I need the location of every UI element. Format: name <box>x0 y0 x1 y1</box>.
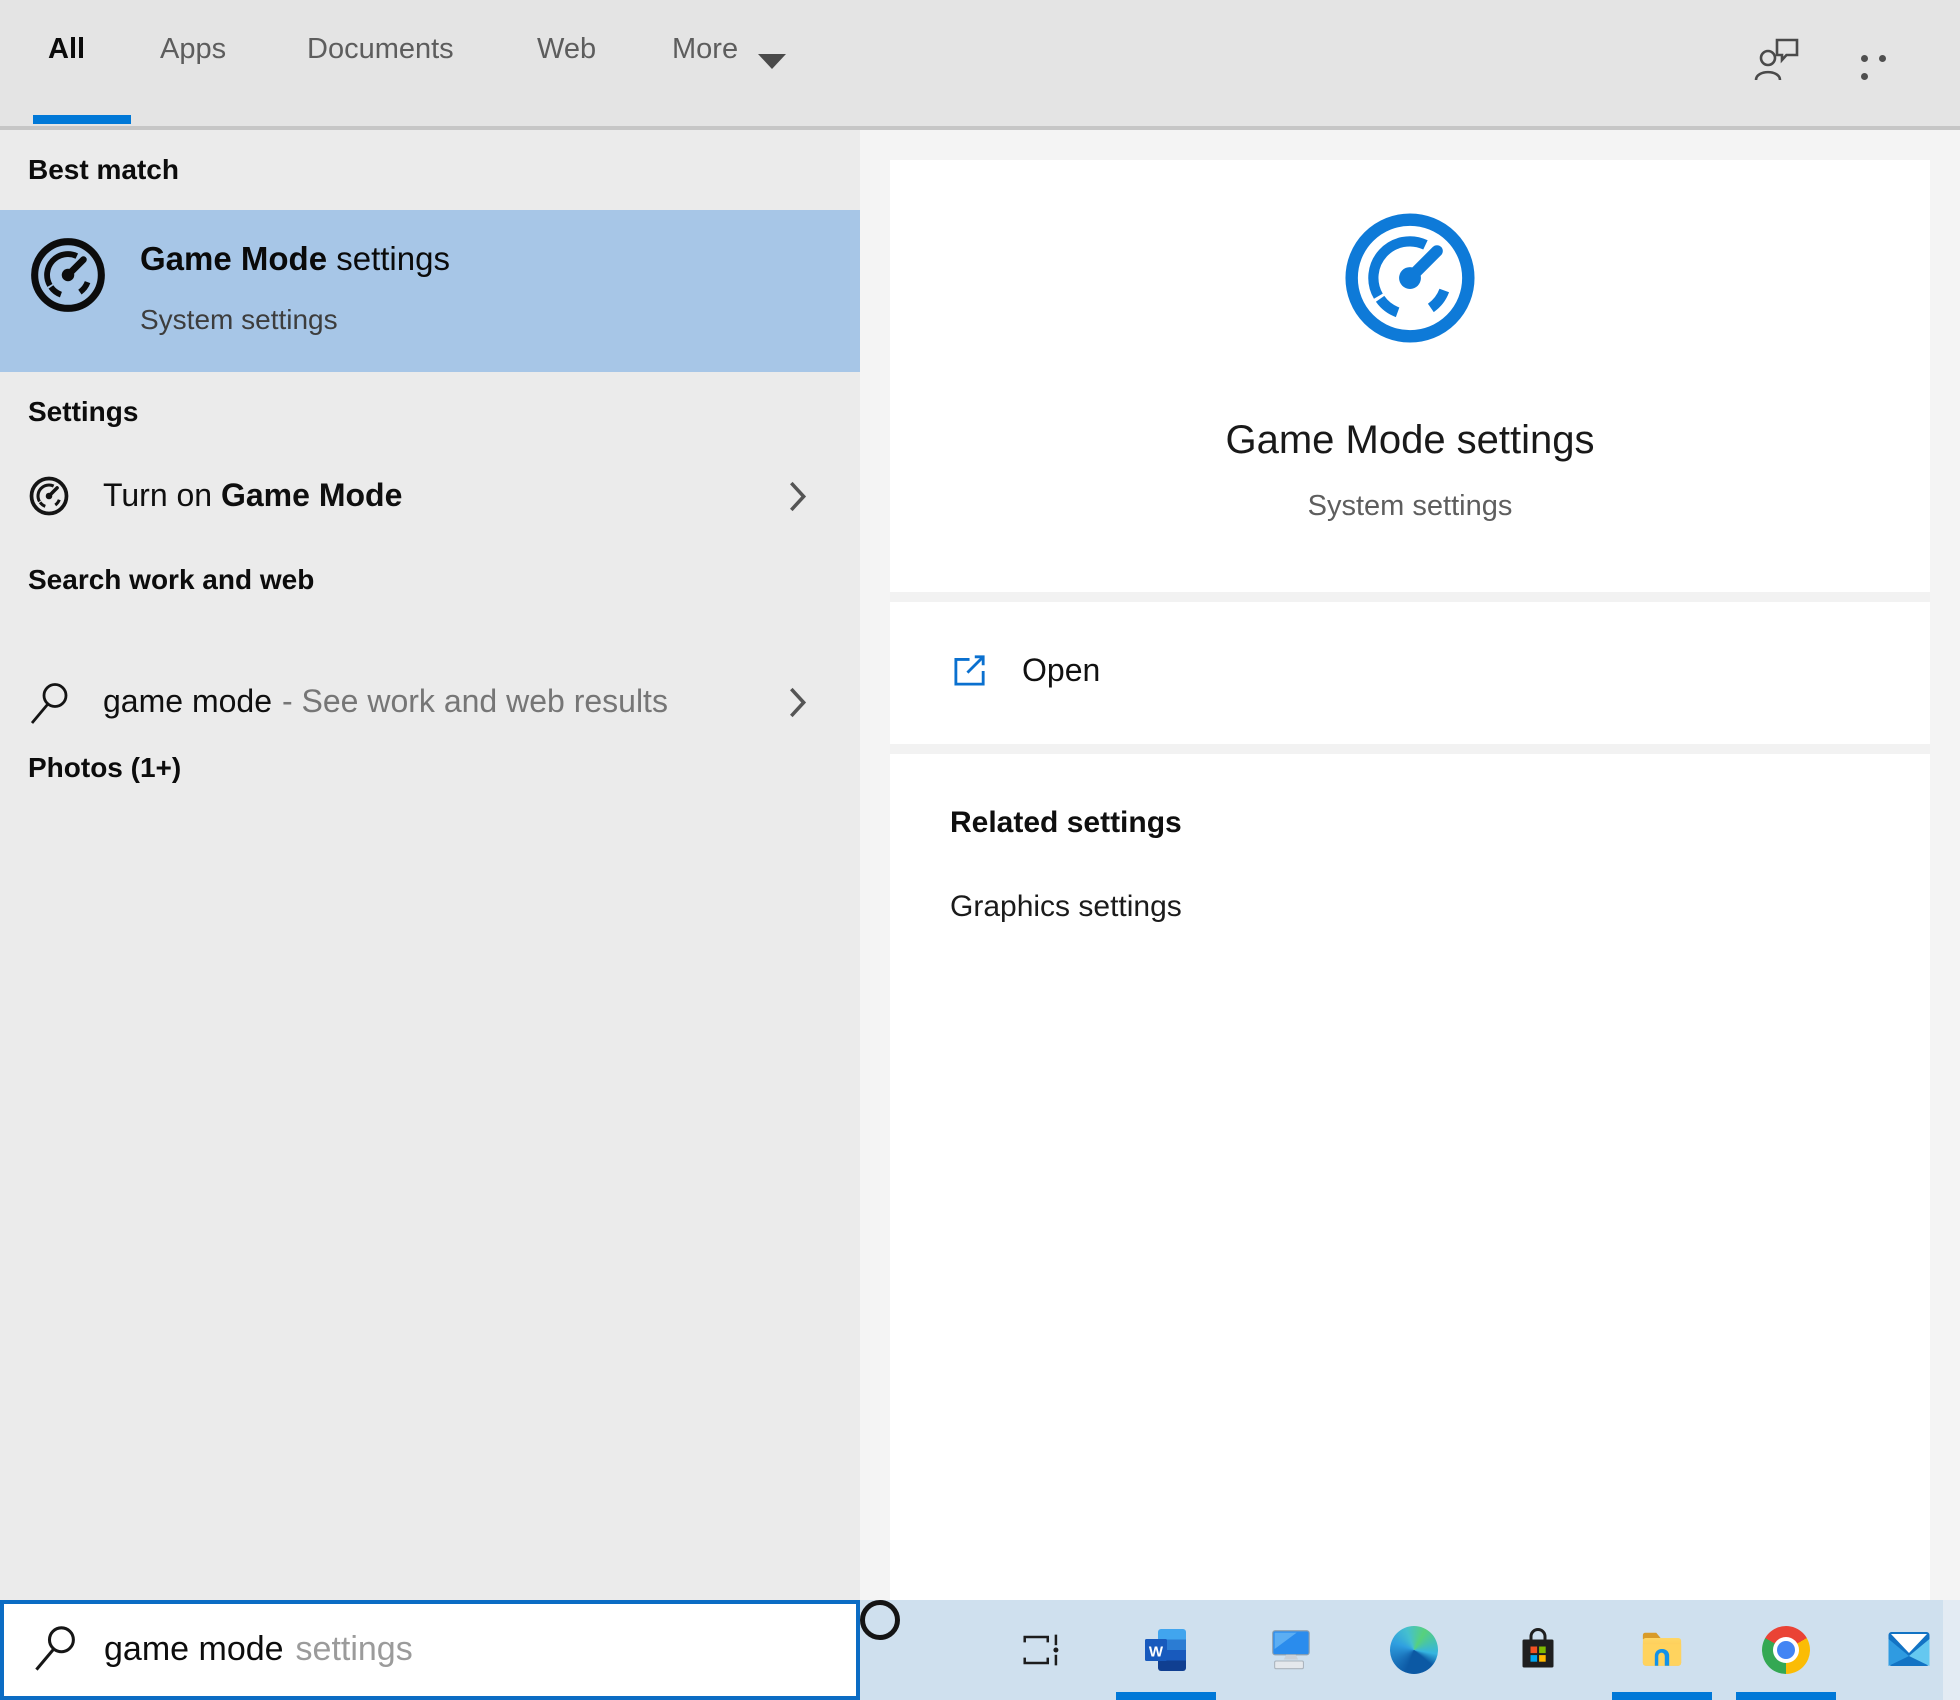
tab-documents[interactable]: Documents <box>307 33 454 66</box>
mail-icon[interactable] <box>1886 1626 1934 1674</box>
running-indicator-file-explorer <box>1612 1692 1712 1700</box>
open-external-icon <box>948 650 990 692</box>
more-options-icon[interactable] <box>1861 55 1905 80</box>
graphics-settings-link[interactable]: Graphics settings <box>950 890 1182 924</box>
game-mode-gauge-icon <box>1340 208 1480 348</box>
ellipsis-dot <box>1879 55 1887 62</box>
ellipsis-dot <box>1861 55 1868 62</box>
ellipsis-dot <box>1861 73 1868 80</box>
taskbar-edge-strip <box>1943 1600 1960 1700</box>
web-section-header: Search work and web <box>28 564 315 595</box>
related-settings-header: Related settings <box>950 806 1182 839</box>
preview-pane <box>890 160 1930 1600</box>
preview-subtitle: System settings <box>1307 490 1513 522</box>
microsoft-store-icon[interactable] <box>1514 1626 1562 1674</box>
tab-more[interactable]: More <box>672 33 738 66</box>
chrome-icon[interactable] <box>1762 1626 1810 1674</box>
open-action[interactable]: Open <box>890 640 1930 710</box>
best-match-result[interactable]: Game Mode settings System settings <box>0 210 860 372</box>
windows-search-flyout: All Apps Documents Web More Best match G… <box>0 0 1960 1700</box>
open-action-label: Open <box>1022 652 1101 688</box>
preview-divider <box>890 592 1930 602</box>
result-turn-on-game-mode[interactable]: Turn on Game Mode <box>0 460 860 534</box>
preview-divider <box>890 744 1930 754</box>
best-match-header: Best match <box>28 154 179 185</box>
chevron-right-icon[interactable] <box>788 686 807 719</box>
chevron-down-icon[interactable] <box>758 54 786 69</box>
settings-section-header: Settings <box>28 396 139 427</box>
tab-all[interactable]: All <box>48 33 85 66</box>
best-match-subtitle: System settings <box>140 304 338 335</box>
result-label: Turn on Game Mode <box>103 477 403 513</box>
search-filter-bar: All Apps Documents Web More <box>0 0 1960 126</box>
svg-text:W: W <box>1149 1644 1164 1661</box>
active-tab-underline <box>33 115 131 124</box>
task-view-icon[interactable] <box>1018 1626 1066 1674</box>
chevron-right-icon[interactable] <box>788 480 807 513</box>
search-suggestion-text: settings <box>295 1630 413 1668</box>
file-explorer-icon[interactable] <box>1638 1626 1686 1674</box>
taskbar: W <box>860 1600 1960 1700</box>
best-match-title: Game Mode settings <box>140 240 450 277</box>
tab-apps[interactable]: Apps <box>160 33 226 66</box>
tab-web[interactable]: Web <box>537 33 596 66</box>
word-icon[interactable]: W <box>1142 1626 1190 1674</box>
search-input[interactable]: game mode settings <box>0 1600 860 1700</box>
search-icon <box>28 681 70 725</box>
game-mode-gauge-icon <box>28 475 70 517</box>
photos-section-header: Photos (1+) <box>28 752 182 783</box>
running-indicator-word <box>1116 1692 1216 1700</box>
feedback-user-icon[interactable] <box>1754 33 1800 85</box>
cortana-icon[interactable] <box>860 1600 900 1640</box>
search-results-panel: Best match Game Mode settings System set… <box>0 130 860 1600</box>
running-indicator-chrome <box>1736 1692 1836 1700</box>
search-query-text: game mode settings <box>104 1630 413 1668</box>
my-computer-icon[interactable] <box>1266 1626 1314 1674</box>
edge-icon[interactable] <box>1390 1626 1438 1674</box>
result-web-search[interactable]: game mode - See work and web results <box>0 666 860 740</box>
chrome-icon-center <box>1777 1641 1795 1659</box>
preview-title: Game Mode settings <box>1225 418 1595 462</box>
result-label: game mode - See work and web results <box>103 683 668 719</box>
search-icon <box>32 1624 80 1674</box>
game-mode-gauge-icon <box>28 235 108 315</box>
